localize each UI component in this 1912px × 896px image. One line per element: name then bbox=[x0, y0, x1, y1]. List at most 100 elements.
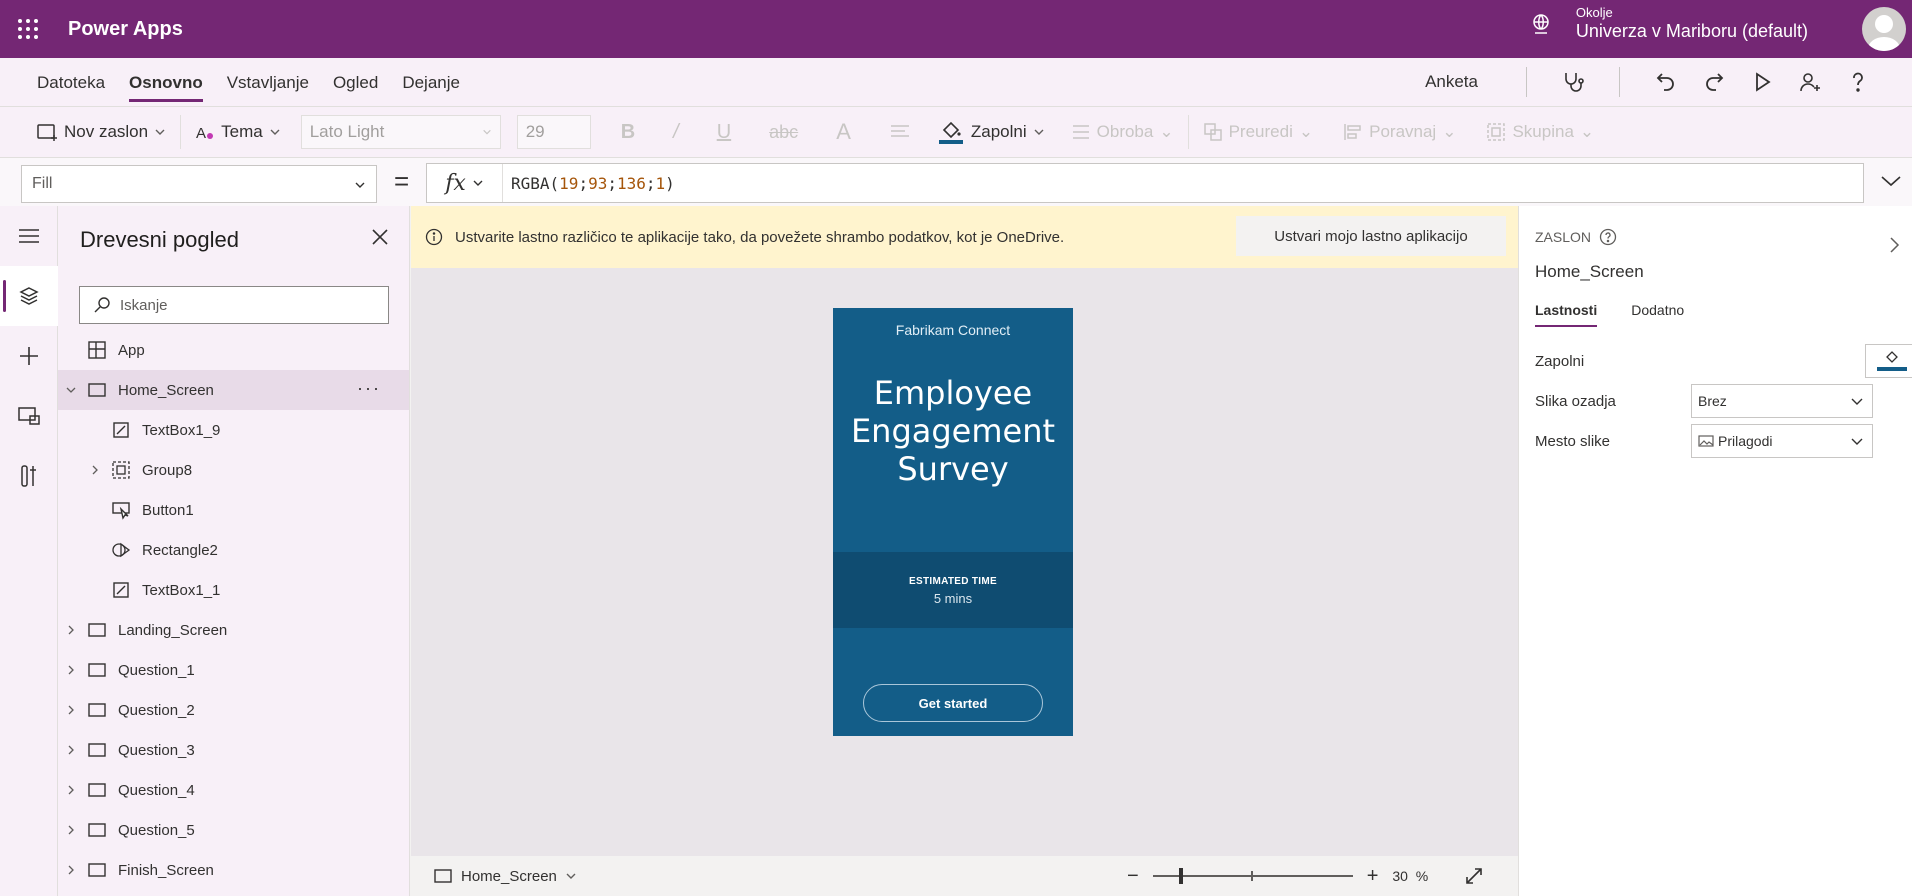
tree-search-input[interactable]: Iskanje bbox=[79, 286, 389, 324]
chevron-right-icon[interactable] bbox=[58, 624, 84, 636]
more-options-icon[interactable]: ··· bbox=[357, 378, 381, 399]
tab-advanced[interactable]: Dodatno bbox=[1631, 302, 1684, 327]
estimated-time-value: 5 mins bbox=[933, 591, 973, 606]
strikethrough-icon[interactable]: abc bbox=[769, 122, 798, 143]
tab-properties[interactable]: Lastnosti bbox=[1535, 302, 1598, 327]
tree-item-button[interactable]: Button1 bbox=[58, 490, 409, 530]
zoom-out-icon[interactable]: − bbox=[1127, 865, 1139, 888]
text-align-icon[interactable] bbox=[889, 123, 911, 141]
advanced-tools-icon[interactable] bbox=[0, 446, 58, 506]
preview-estimated-band[interactable]: ESTIMATED TIME 5 mins bbox=[833, 552, 1073, 628]
screen-switcher[interactable]: Home_Screen bbox=[433, 868, 577, 885]
tree-item-rectangle[interactable]: Rectangle2 bbox=[58, 530, 409, 570]
divider bbox=[180, 115, 182, 149]
menu-ogled[interactable]: Ogled bbox=[333, 63, 378, 102]
formula-function: RGBA bbox=[511, 173, 550, 193]
chevron-right-icon[interactable] bbox=[1888, 236, 1900, 254]
control-name[interactable]: Home_Screen bbox=[1535, 262, 1644, 282]
formula-text[interactable]: RGBA(19;93;136;1) bbox=[511, 174, 675, 193]
chevron-down-icon bbox=[566, 873, 576, 879]
play-icon[interactable] bbox=[1749, 69, 1775, 95]
data-media-icon[interactable] bbox=[0, 386, 58, 446]
fx-button[interactable]: fx bbox=[427, 164, 503, 202]
insert-plus-icon[interactable] bbox=[0, 326, 58, 386]
screen-preview[interactable]: Fabrikam Connect Employee Engagement Sur… bbox=[833, 308, 1073, 736]
fit-to-window-icon[interactable] bbox=[1464, 866, 1484, 886]
bold-icon[interactable]: B bbox=[621, 121, 635, 144]
tree-item-screen[interactable]: Landing_Screen bbox=[58, 610, 409, 650]
expand-formula-icon[interactable] bbox=[1880, 174, 1902, 188]
tree-item-screen[interactable]: Question_4 bbox=[58, 770, 409, 810]
font-size-select[interactable]: 29 bbox=[516, 115, 591, 149]
preview-title-line: Survey bbox=[897, 450, 1009, 488]
property-select[interactable]: Fill bbox=[21, 165, 377, 203]
menu-dejanje[interactable]: Dejanje bbox=[402, 63, 460, 102]
align-button[interactable]: Poravnaj ⌄ bbox=[1343, 122, 1456, 142]
close-icon[interactable] bbox=[371, 228, 389, 246]
chevron-down-icon[interactable] bbox=[58, 384, 84, 396]
tree-item-screen[interactable]: Question_2 bbox=[58, 690, 409, 730]
chevron-right-icon[interactable] bbox=[58, 744, 84, 756]
group-label: Skupina bbox=[1512, 122, 1574, 141]
tree-item-textbox[interactable]: TextBox1_1 bbox=[58, 570, 409, 610]
avatar[interactable] bbox=[1862, 7, 1906, 51]
chevron-right-icon[interactable] bbox=[58, 784, 84, 796]
zoom-slider-thumb[interactable] bbox=[1178, 868, 1183, 884]
chevron-down-icon: ⌄ bbox=[1579, 122, 1595, 141]
tree-item-textbox[interactable]: TextBox1_9 bbox=[58, 410, 409, 450]
app-launcher-icon[interactable] bbox=[0, 0, 56, 58]
menu-datoteka[interactable]: Datoteka bbox=[37, 63, 105, 102]
help-circle-icon[interactable] bbox=[1599, 228, 1617, 246]
formula-input[interactable]: fx RGBA(19;93;136;1) bbox=[426, 163, 1864, 203]
tree-item-group[interactable]: Group8 bbox=[58, 450, 409, 490]
menu-osnovno[interactable]: Osnovno bbox=[129, 63, 203, 102]
tree-item-screen[interactable]: Question_1 bbox=[58, 650, 409, 690]
undo-icon[interactable] bbox=[1653, 69, 1679, 95]
tree-item-screen[interactable]: Question_5 bbox=[58, 810, 409, 850]
zoom-slider[interactable] bbox=[1152, 866, 1353, 886]
theme-button[interactable]: A Tema bbox=[195, 122, 281, 142]
environment-picker[interactable]: Okolje Univerza v Mariboru (default) bbox=[1530, 5, 1808, 42]
reorder-icon bbox=[1203, 123, 1222, 141]
chevron-right-icon[interactable] bbox=[58, 824, 84, 836]
italic-icon[interactable]: / bbox=[673, 121, 679, 144]
fill-color-picker[interactable] bbox=[1865, 344, 1912, 378]
property-value: Fill bbox=[32, 175, 53, 192]
tree-view-layers-icon[interactable] bbox=[0, 266, 58, 326]
zoom-in-icon[interactable]: + bbox=[1367, 865, 1379, 888]
menu-vstavljanje[interactable]: Vstavljanje bbox=[227, 63, 309, 102]
font-color-icon[interactable]: A bbox=[836, 119, 851, 145]
tree-item-screen[interactable]: Question_3 bbox=[58, 730, 409, 770]
create-own-app-button[interactable]: Ustvari mojo lastno aplikacijo bbox=[1236, 216, 1506, 256]
chevron-right-icon[interactable] bbox=[58, 704, 84, 716]
background-image-select[interactable]: Brez bbox=[1691, 384, 1873, 418]
fill-button[interactable]: Zapolni bbox=[937, 118, 1045, 146]
preview-title[interactable]: Employee Engagement Survey bbox=[833, 374, 1073, 488]
redo-icon[interactable] bbox=[1701, 69, 1727, 95]
get-started-button[interactable]: Get started bbox=[863, 684, 1043, 722]
group-button[interactable]: Skupina ⌄ bbox=[1486, 122, 1594, 142]
chevron-right-icon[interactable] bbox=[58, 864, 84, 876]
help-icon[interactable] bbox=[1845, 69, 1871, 95]
hamburger-menu-icon[interactable] bbox=[0, 206, 58, 266]
property-row-fill: Zapolni bbox=[1535, 344, 1912, 378]
chevron-right-icon[interactable] bbox=[58, 664, 84, 676]
app-title[interactable]: Anketa bbox=[1425, 72, 1478, 92]
tree-item-home-screen[interactable]: Home_Screen ··· bbox=[58, 370, 409, 410]
underline-icon[interactable]: U bbox=[717, 121, 731, 144]
share-user-icon[interactable] bbox=[1797, 69, 1823, 95]
chevron-right-icon[interactable] bbox=[82, 464, 108, 476]
stethoscope-icon[interactable] bbox=[1560, 69, 1586, 95]
image-position-select[interactable]: Prilagodi bbox=[1691, 424, 1873, 458]
preview-brand[interactable]: Fabrikam Connect bbox=[833, 322, 1073, 338]
border-button[interactable]: Obroba ⌄ bbox=[1071, 122, 1174, 142]
image-icon bbox=[1698, 435, 1714, 447]
font-select[interactable]: Lato Light bbox=[300, 115, 501, 149]
screen-icon bbox=[434, 869, 452, 883]
tree-item-app[interactable]: App bbox=[58, 330, 409, 370]
new-screen-button[interactable]: Nov zaslon bbox=[36, 122, 166, 142]
property-row-background-image: Slika ozadja Brez bbox=[1535, 384, 1905, 418]
reorder-button[interactable]: Preuredi ⌄ bbox=[1203, 122, 1313, 142]
tree-item-screen[interactable]: Finish_Screen bbox=[58, 850, 409, 890]
environment-name: Univerza v Mariboru (default) bbox=[1575, 21, 1808, 42]
